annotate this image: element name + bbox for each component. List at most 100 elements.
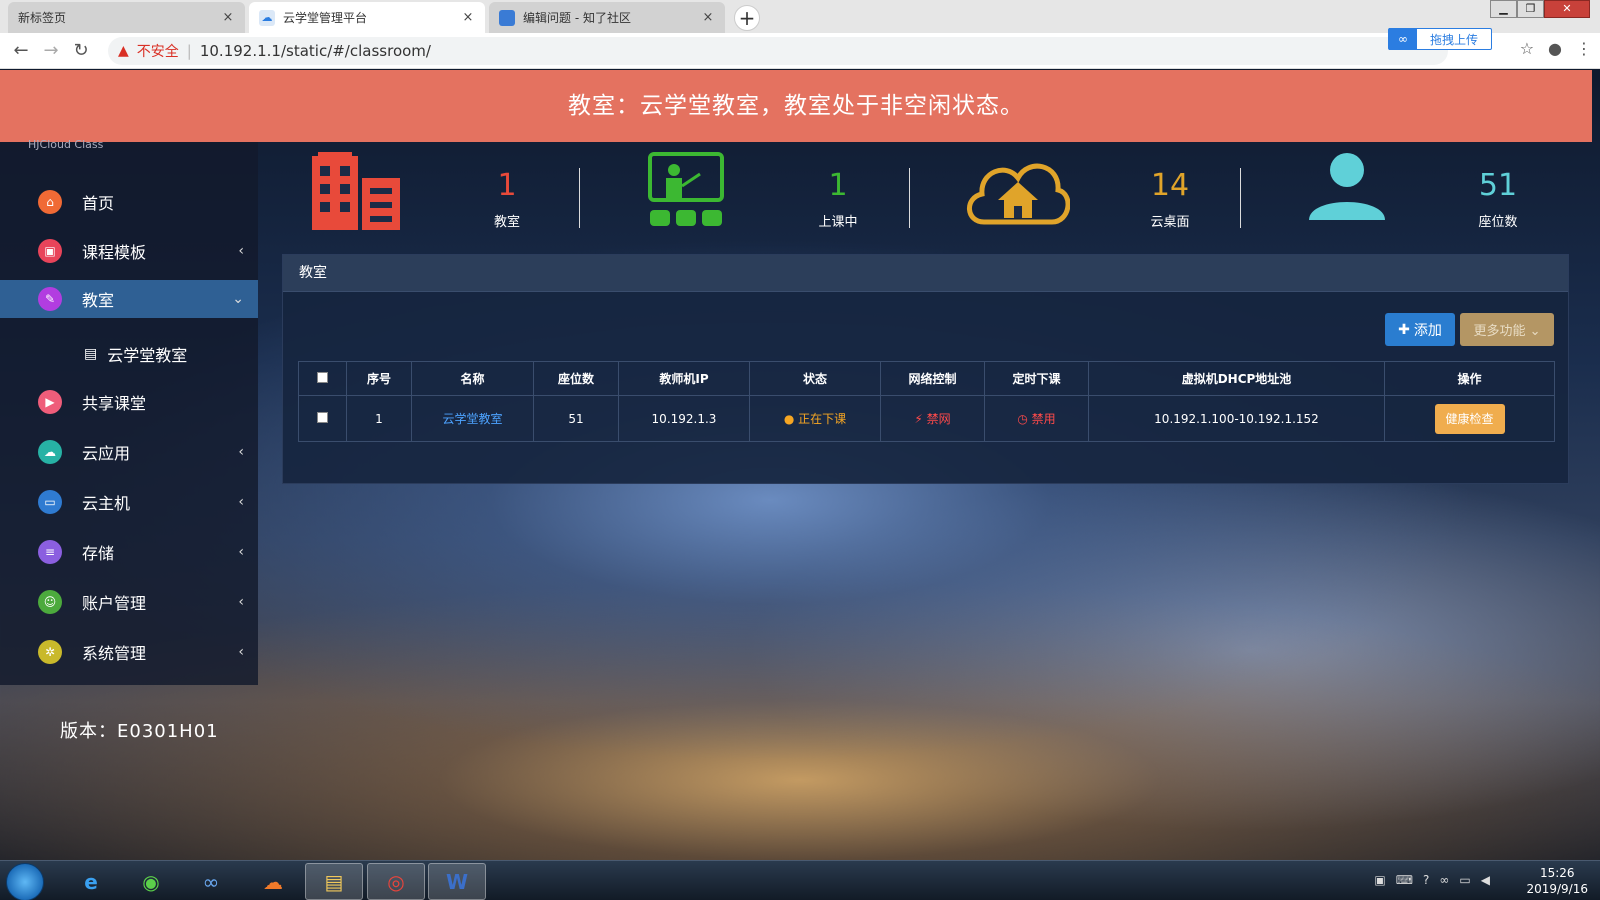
new-tab-button[interactable]: +	[734, 5, 760, 31]
keyboard-icon[interactable]: ⌨	[1396, 873, 1413, 887]
sidebar-item-label: 共享课堂	[82, 394, 147, 413]
settings-icon: ✲	[38, 640, 62, 664]
volume-icon[interactable]: ◀	[1481, 873, 1490, 887]
chevron-left-icon: ‹	[238, 644, 244, 660]
reload-icon[interactable]: ↻	[66, 40, 96, 61]
host-icon: ▭	[38, 490, 62, 514]
sidebar-item-label: 云应用	[82, 444, 131, 463]
cloud-house-icon	[967, 163, 1070, 225]
more-functions-button[interactable]: 更多功能 ⌄	[1460, 313, 1554, 346]
clock[interactable]: 15:26 2019/9/16	[1526, 865, 1588, 897]
file-explorer-taskbar-icon[interactable]: ▤	[305, 863, 363, 900]
sidebar-item-system[interactable]: ✲ 系统管理 ‹	[0, 634, 258, 670]
row-index: 1	[346, 395, 412, 442]
sidebar-item-label: 课程模板	[82, 243, 147, 262]
sidebar-item-label: 账户管理	[82, 594, 147, 613]
select-all-header	[298, 361, 347, 396]
profile-avatar-icon[interactable]: ●	[1548, 39, 1562, 58]
play-circle-icon: ●	[783, 412, 795, 426]
tab-edit-question[interactable]: 编辑问题 - 知了社区 ×	[489, 2, 725, 33]
status-label: 正在下课	[798, 412, 847, 426]
submenu-item-cloud-classroom[interactable]: ▤ 云学堂教室	[0, 332, 258, 376]
sidebar-item-classroom[interactable]: ✎ 教室 ⌄	[0, 280, 258, 318]
tab-label: 新标签页	[18, 11, 67, 25]
add-button[interactable]: ✚ 添加	[1385, 313, 1455, 346]
drag-upload-button[interactable]: ∞ 拖拽上传	[1388, 28, 1492, 50]
cloud-favicon-icon: ☁	[259, 9, 275, 26]
column-header: 定时下课	[984, 361, 1089, 396]
divider	[909, 168, 910, 228]
clock-date: 2019/9/16	[1526, 882, 1588, 896]
bookmark-star-icon[interactable]: ☆	[1520, 39, 1534, 58]
health-check-button[interactable]: 健康检查	[1434, 403, 1505, 434]
start-button[interactable]	[6, 863, 44, 900]
zhiliao-favicon-icon	[499, 9, 515, 26]
chevron-left-icon: ‹	[238, 594, 244, 610]
column-header: 教师机IP	[618, 361, 750, 396]
sidebar-item-cloud-app[interactable]: ☁ 云应用 ‹	[0, 434, 258, 470]
account-icon: ☺	[38, 590, 62, 614]
close-window-button[interactable]: ✕	[1544, 0, 1590, 18]
system-tray-icons: ▣ ⌨ ? ∞ ▭ ◀	[1374, 873, 1490, 887]
sidebar-item-account[interactable]: ☺ 账户管理 ‹	[0, 584, 258, 620]
stat-in-class-value: 1	[828, 168, 848, 203]
sidebar-item-label: 系统管理	[82, 644, 147, 663]
stat-seats-value: 51	[1478, 168, 1518, 203]
network-label: 禁网	[926, 412, 951, 426]
submenu-label: 云学堂教室	[107, 346, 188, 365]
ie-taskbar-icon[interactable]: e	[62, 863, 120, 900]
baidu-cloud-taskbar-icon[interactable]: ∞	[182, 863, 240, 900]
timer-cell[interactable]: ◷ 禁用	[984, 395, 1089, 442]
column-header: 网络控制	[880, 361, 985, 396]
chrome-taskbar-icon[interactable]: ◎	[367, 863, 425, 900]
sidebar-item-cloud-host[interactable]: ▭ 云主机 ‹	[0, 484, 258, 520]
forward-arrow-icon[interactable]: →	[36, 40, 66, 61]
separator: |	[186, 42, 192, 60]
list-icon: ▤	[84, 346, 98, 362]
minimize-button[interactable]: ▁	[1490, 0, 1517, 18]
menu-kebab-icon[interactable]: ⋮	[1576, 39, 1592, 58]
tab-close-icon[interactable]: ×	[701, 10, 715, 25]
logo-fragment: HJCloud Class	[28, 138, 104, 151]
classroom-table: 序号 名称 座位数 教师机IP 状态 网络控制 定时下课 虚拟机DHCP地址池 …	[298, 361, 1555, 442]
tab-cloud-class-admin[interactable]: ☁ 云学堂管理平台 ×	[249, 2, 485, 33]
row-checkbox[interactable]	[317, 411, 328, 423]
network-control-cell[interactable]: ⚡ 禁网	[880, 395, 985, 442]
sidebar-item-home[interactable]: ⌂ 首页	[0, 184, 258, 220]
classroom-icon: ✎	[38, 287, 62, 311]
teacher-ip-cell: 10.192.1.3	[618, 395, 750, 442]
sidebar-item-shared-class[interactable]: ▶ 共享课堂	[0, 384, 258, 420]
column-header: 状态	[749, 361, 881, 396]
orange-cloud-taskbar-icon[interactable]: ☁	[244, 863, 302, 900]
url-text[interactable]: 10.192.1.1/static/#/classroom/	[200, 42, 431, 60]
sidebar-item-storage[interactable]: ≡ 存储 ‹	[0, 534, 258, 570]
address-bar[interactable]: ▲ 不安全 | 10.192.1.1/static/#/classroom/	[108, 37, 1448, 65]
select-all-checkbox[interactable]	[317, 371, 328, 383]
tab-close-icon[interactable]: ×	[221, 10, 235, 25]
help-icon[interactable]: ?	[1423, 873, 1429, 887]
network-icon[interactable]: ▭	[1459, 873, 1470, 887]
sidebar-item-course-template[interactable]: ▣ 课程模板 ‹	[0, 233, 258, 269]
row-select-cell	[298, 395, 347, 442]
plus-icon: ✚	[1398, 321, 1410, 338]
home-icon: ⌂	[38, 190, 62, 214]
back-arrow-icon[interactable]: ←	[6, 40, 36, 61]
classroom-name-link[interactable]: 云学堂教室	[442, 412, 502, 426]
baidu-cloud-icon: ∞	[1389, 28, 1417, 50]
version-label: 版本：E0301H01	[60, 721, 219, 742]
tab-new-tab[interactable]: 新标签页 ×	[8, 2, 245, 33]
maximize-button[interactable]: ❐	[1517, 0, 1544, 18]
clock-icon: ◷	[1017, 412, 1028, 426]
column-header: 座位数	[533, 361, 619, 396]
tab-label: 编辑问题 - 知了社区	[523, 11, 631, 25]
tray-app-icon[interactable]: ▣	[1374, 873, 1385, 887]
green-app-taskbar-icon[interactable]: ◉	[122, 863, 180, 900]
table-header-row: 序号 名称 座位数 教师机IP 状态 网络控制 定时下课 虚拟机DHCP地址池 …	[298, 361, 1555, 396]
sidebar-item-label: 存储	[82, 544, 115, 563]
tray-cloud-icon[interactable]: ∞	[1439, 873, 1449, 887]
tab-close-icon[interactable]: ×	[461, 10, 475, 25]
column-header: 虚拟机DHCP地址池	[1088, 361, 1385, 396]
word-taskbar-icon[interactable]: W	[428, 863, 486, 900]
chevron-left-icon: ‹	[238, 243, 244, 259]
network-off-icon: ⚡	[914, 412, 923, 426]
